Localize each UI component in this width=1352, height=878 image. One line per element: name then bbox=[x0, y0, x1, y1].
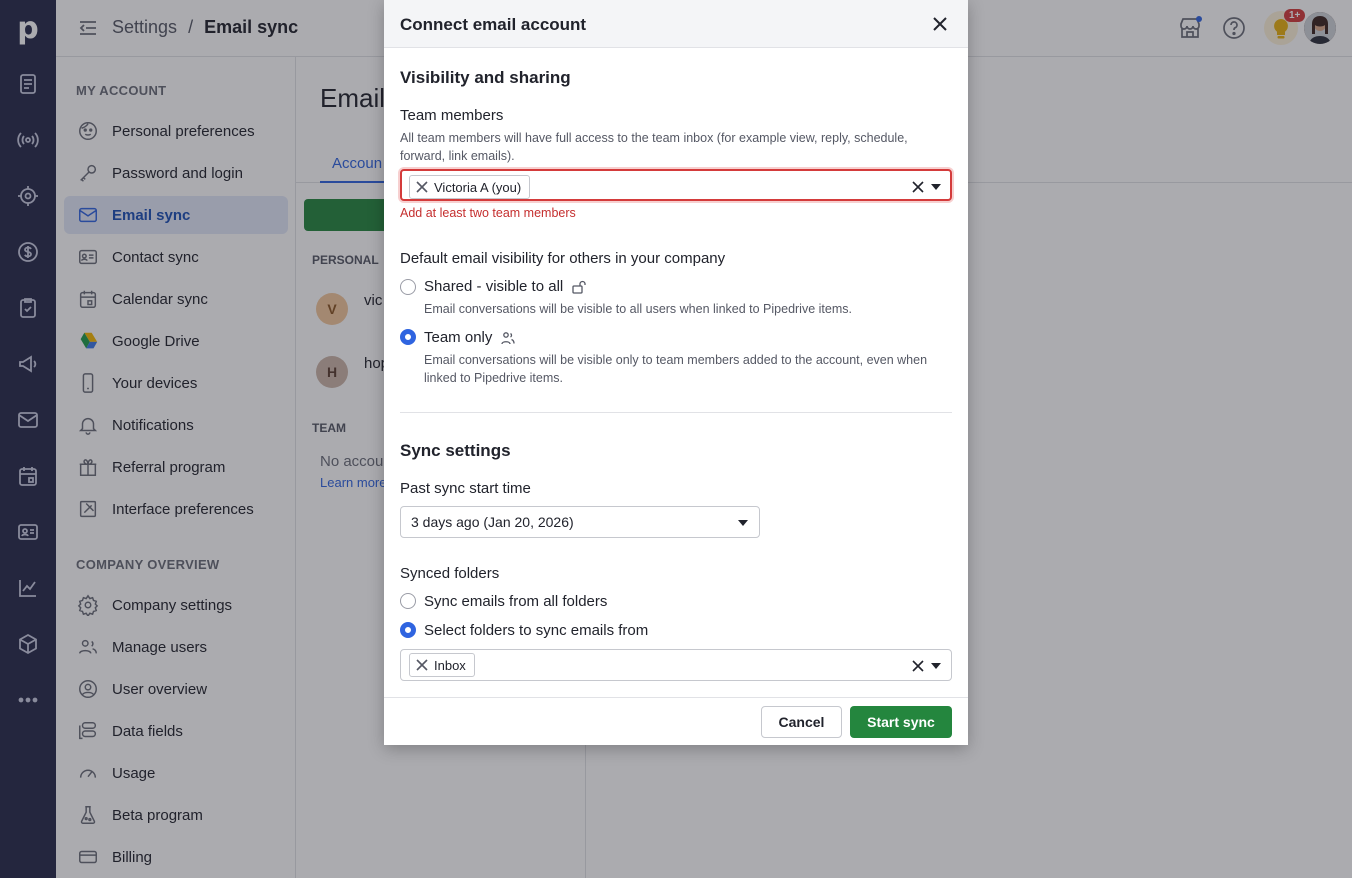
team-member-chip: Victoria A (you) bbox=[409, 175, 531, 199]
synced-folders-label: Synced folders bbox=[400, 565, 500, 582]
clear-selection-icon[interactable] bbox=[912, 180, 924, 193]
visibility-heading: Visibility and sharing bbox=[400, 68, 571, 87]
option-team-help: Email conversations will be visible only… bbox=[424, 353, 928, 385]
option-team-label[interactable]: Team only bbox=[424, 329, 516, 346]
folder-chip: Inbox bbox=[409, 653, 475, 677]
unlock-icon bbox=[571, 279, 587, 295]
remove-chip-icon[interactable] bbox=[416, 659, 428, 671]
past-sync-value: 3 days ago (Jan 20, 2026) bbox=[411, 514, 574, 530]
radio-shared[interactable] bbox=[400, 279, 416, 295]
start-sync-button[interactable]: Start sync bbox=[850, 706, 952, 738]
radio-team-only[interactable] bbox=[400, 329, 416, 345]
team-members-help: All team members will have full access t… bbox=[400, 131, 908, 163]
default-visibility-label: Default email visibility for others in y… bbox=[400, 250, 726, 267]
option-team-text: Team only bbox=[424, 329, 493, 346]
section-divider bbox=[400, 412, 952, 413]
team-members-label: Team members bbox=[400, 107, 504, 124]
modal-title: Connect email account bbox=[400, 15, 587, 34]
remove-chip-icon[interactable] bbox=[416, 181, 428, 193]
connect-email-modal: Connect email account Visibility and sha… bbox=[384, 0, 968, 745]
clear-selection-icon[interactable] bbox=[912, 659, 924, 672]
chip-label: Victoria A (you) bbox=[434, 179, 522, 195]
team-icon bbox=[500, 330, 516, 346]
option-select-folders-label[interactable]: Select folders to sync emails from bbox=[424, 622, 648, 639]
radio-select-folders[interactable] bbox=[400, 622, 416, 638]
past-sync-select[interactable]: 3 days ago (Jan 20, 2026) bbox=[400, 506, 760, 538]
option-all-folders-label[interactable]: Sync emails from all folders bbox=[424, 593, 607, 610]
chevron-down-icon[interactable] bbox=[931, 663, 941, 669]
close-icon[interactable] bbox=[930, 14, 950, 34]
cancel-button[interactable]: Cancel bbox=[761, 706, 842, 738]
sync-settings-heading: Sync settings bbox=[400, 441, 511, 460]
option-shared-text: Shared - visible to all bbox=[424, 278, 564, 295]
team-members-error: Add at least two team members bbox=[400, 206, 576, 220]
option-shared-label[interactable]: Shared - visible to all bbox=[424, 278, 587, 295]
modal-header: Connect email account bbox=[384, 0, 968, 48]
chip-label: Inbox bbox=[434, 657, 466, 673]
chevron-down-icon[interactable] bbox=[738, 520, 748, 526]
past-sync-label: Past sync start time bbox=[400, 480, 531, 497]
team-members-select[interactable]: Victoria A (you) bbox=[400, 169, 952, 201]
modal-body: Visibility and sharing Team members All … bbox=[400, 48, 952, 697]
radio-all-folders[interactable] bbox=[400, 593, 416, 609]
chevron-down-icon[interactable] bbox=[931, 184, 941, 190]
folders-select[interactable]: Inbox bbox=[400, 649, 952, 681]
option-shared-help: Email conversations will be visible to a… bbox=[424, 302, 852, 316]
modal-footer: Cancel Start sync bbox=[384, 697, 968, 745]
